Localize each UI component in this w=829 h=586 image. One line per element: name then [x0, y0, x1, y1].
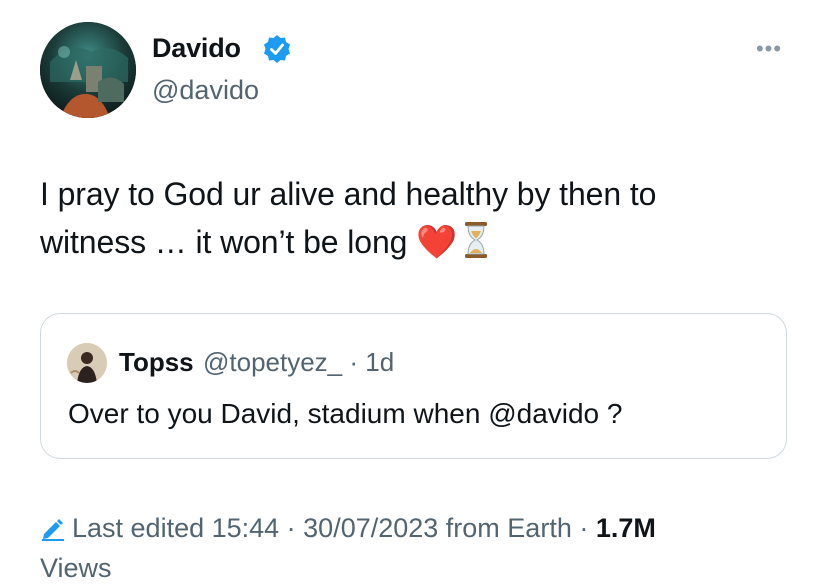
tweet-line-1: I pray to God ur alive and healthy by th… [40, 176, 657, 212]
verified-badge-icon [262, 34, 292, 64]
quoted-tweet-text: Over to you David, stadium when @davido … [68, 398, 623, 429]
more-options-icon[interactable]: ••• [751, 34, 787, 64]
tweet-source: from Earth · [438, 513, 596, 543]
author-name[interactable]: Davido [152, 30, 241, 66]
edit-pencil-icon [40, 514, 66, 550]
tweet-line-2: witness … it won’t be long ❤️ [40, 218, 800, 272]
author-handle[interactable]: @davido [152, 72, 259, 108]
quoted-author-handle[interactable]: @topetyez_ · 1d [203, 344, 394, 380]
quoted-tweet-card[interactable]: Topss @topetyez_ · 1d Over to you David,… [40, 313, 787, 459]
tweet-meta: Last edited 15:44 · 30/07/2023 from Eart… [40, 510, 800, 586]
views-label: Views [40, 553, 112, 583]
quoted-author-name[interactable]: Topss [119, 344, 194, 380]
tweet-line-2-text: witness … it won’t be long [40, 224, 408, 260]
last-edited-link[interactable]: Last edited 15:44 · 30/07/2023 [72, 513, 438, 543]
quoted-author-avatar[interactable] [67, 343, 107, 383]
heart-emoji: ❤️ [416, 222, 458, 261]
tweet-text: I pray to God ur alive and healthy by th… [40, 170, 800, 272]
author-avatar[interactable] [40, 22, 136, 118]
hourglass-icon [463, 221, 489, 272]
views-count: 1.7M [595, 513, 656, 543]
